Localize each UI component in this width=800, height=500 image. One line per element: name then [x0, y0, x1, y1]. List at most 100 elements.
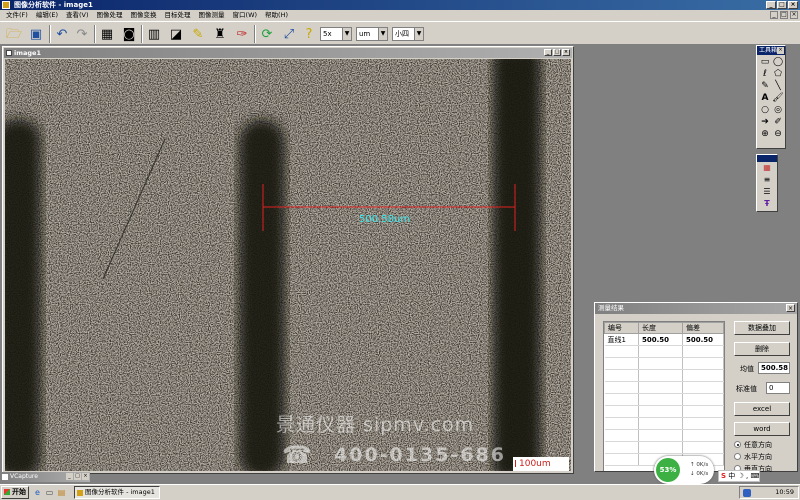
menu-window[interactable]: 窗口(W)	[229, 10, 262, 21]
pencil-icon[interactable]: ✎	[188, 24, 208, 44]
line-tool-icon[interactable]: ╲	[772, 81, 784, 92]
moon-icon: ☽	[737, 472, 744, 480]
word-button[interactable]: word	[734, 422, 790, 436]
line-width-icon[interactable]: ≡	[757, 174, 777, 186]
image-minimize-button[interactable]: _	[544, 49, 552, 56]
ime-bar[interactable]: S 中 ☽ , ⌨	[718, 470, 760, 482]
color-palette-icon[interactable]: ▦	[757, 162, 777, 174]
image-close-button[interactable]: ×	[562, 49, 570, 56]
clock: 10:59	[775, 488, 794, 496]
undo-icon[interactable]: ↶	[52, 24, 72, 44]
ellipse-tool-icon[interactable]: ◯	[772, 57, 784, 68]
image-window-title-bar: image1 _ □ ×	[4, 48, 572, 58]
tools-close-button[interactable]: ×	[777, 47, 784, 54]
table-row	[604, 357, 724, 370]
mdi-minimize-button[interactable]: _	[770, 11, 778, 19]
table-row[interactable]: 直线1 500.50 500.50	[604, 333, 724, 346]
direction-horizontal-radio[interactable]: 水平方向	[734, 452, 772, 462]
zoom-in-icon[interactable]: ⊕	[759, 129, 771, 140]
text-tool-icon[interactable]: A	[759, 93, 771, 104]
table-row	[604, 369, 724, 382]
image-adjust-icon[interactable]: ◪	[166, 24, 186, 44]
refresh-icon[interactable]: ⟳	[257, 24, 277, 44]
minimized-window[interactable]: VCapture _ □ ×	[0, 472, 90, 482]
tools-palette-title: 工具箱 ×	[757, 46, 785, 55]
menu-help[interactable]: 帮助(H)	[261, 10, 292, 21]
arrow-tool-icon[interactable]: ➔	[759, 117, 771, 128]
line-style-icon[interactable]: ☰	[757, 186, 777, 198]
cell-id: 直线1	[604, 333, 639, 346]
network-percent: 53%	[656, 458, 680, 482]
ime-lang: 中	[728, 472, 736, 480]
excel-button[interactable]: excel	[734, 402, 790, 416]
maximize-button[interactable]: □	[777, 1, 787, 9]
rectangle-tool-icon[interactable]: ▭	[759, 57, 771, 68]
results-close-button[interactable]: ×	[786, 304, 795, 312]
minimize-button[interactable]: _	[766, 1, 776, 9]
menu-target-processing[interactable]: 目标处理	[161, 10, 195, 21]
font-size-select[interactable]: 小四 ▼	[392, 27, 424, 41]
minwin-restore-button[interactable]: _	[66, 473, 73, 480]
app-title-bar: 图像分析软件 - image1 _ □ ×	[0, 0, 800, 10]
menu-file[interactable]: 文件(F)	[2, 10, 32, 21]
open-folder-icon[interactable]: 🗁	[4, 24, 24, 44]
ie-icon[interactable]: e	[33, 488, 42, 497]
pin-icon[interactable]: ✑	[232, 24, 252, 44]
brush-tool-icon[interactable]: 🖌	[772, 93, 784, 104]
circle-center-tool-icon[interactable]: ◎	[772, 105, 784, 116]
lasso-tool-icon[interactable]: ℓ	[759, 69, 771, 80]
unit-value: um	[359, 30, 371, 38]
mdi-controls: _ □ ×	[770, 11, 798, 19]
magnification-select[interactable]: 5x ▼	[320, 27, 352, 41]
close-button[interactable]: ×	[788, 1, 798, 9]
image-maximize-button[interactable]: □	[553, 49, 561, 56]
save-icon[interactable]: ▣	[26, 24, 46, 44]
minwin-close-button[interactable]: ×	[82, 473, 89, 480]
ime-logo-icon: S	[721, 472, 727, 480]
mean-value: 500.58	[758, 362, 790, 374]
results-title: 测量结果	[598, 304, 624, 312]
delete-button[interactable]: 删除	[734, 342, 790, 356]
mdi-close-button[interactable]: ×	[790, 11, 798, 19]
calibrate-icon[interactable]: ⤢	[279, 24, 299, 44]
direction-any-radio[interactable]: 任意方向	[734, 440, 772, 450]
cell-deviation: 500.50	[682, 333, 724, 346]
menu-image-processing[interactable]: 图像处理	[93, 10, 127, 21]
menu-image-measure[interactable]: 图像测量	[195, 10, 229, 21]
menu-edit[interactable]: 编辑(E)	[32, 10, 62, 21]
explorer-icon[interactable]: ▤	[57, 488, 66, 497]
menu-view[interactable]: 查看(V)	[62, 10, 93, 21]
camera-icon[interactable]: ◙	[119, 24, 139, 44]
show-desktop-icon[interactable]: ▭	[45, 488, 54, 497]
pick-tool-icon[interactable]: ✐	[772, 117, 784, 128]
std-input[interactable]: 0	[766, 382, 790, 394]
menu-image-transform[interactable]: 图像变换	[127, 10, 161, 21]
taskbar-app-button[interactable]: 图像分析软件 - image1	[74, 486, 160, 499]
network-speed-widget[interactable]: 53% ↑ 0K/s ↓ 0K/s	[654, 456, 714, 484]
unit-select[interactable]: um ▼	[356, 27, 388, 41]
mdi-restore-button[interactable]: □	[780, 11, 788, 19]
redo-icon[interactable]: ↷	[72, 24, 92, 44]
measurement-label[interactable]: 500.58um	[359, 214, 410, 225]
video-capture-icon[interactable]: ▦	[97, 24, 117, 44]
histogram-icon[interactable]: ▥	[144, 24, 164, 44]
font-style-icon[interactable]: Ŧ	[757, 198, 777, 210]
column-header-deviation: 偏差	[682, 322, 724, 334]
circle-tool-icon[interactable]: ○	[759, 105, 771, 116]
minwin-maximize-button[interactable]: □	[74, 473, 81, 480]
help-icon[interactable]: ?	[299, 24, 319, 44]
pen-tool-icon[interactable]: ✎	[759, 81, 771, 92]
system-tray: 10:59	[739, 486, 799, 499]
direction-any-label: 任意方向	[744, 441, 772, 449]
polygon-tool-icon[interactable]: ⬠	[772, 69, 784, 80]
tools-palette-title-text: 工具箱	[759, 47, 778, 54]
image-icon	[6, 50, 12, 56]
start-button[interactable]: 开始	[1, 486, 29, 499]
data-overlay-button[interactable]: 数据叠加	[734, 321, 790, 335]
tray-network-icon[interactable]	[743, 489, 751, 497]
zoom-out-icon[interactable]: ⊖	[772, 129, 784, 140]
stamp-icon[interactable]: ♜	[210, 24, 230, 44]
style-palette: ▦ ≡ ☰ Ŧ	[756, 154, 778, 212]
minimized-window-title: VCapture	[10, 473, 38, 480]
table-row	[604, 345, 724, 358]
